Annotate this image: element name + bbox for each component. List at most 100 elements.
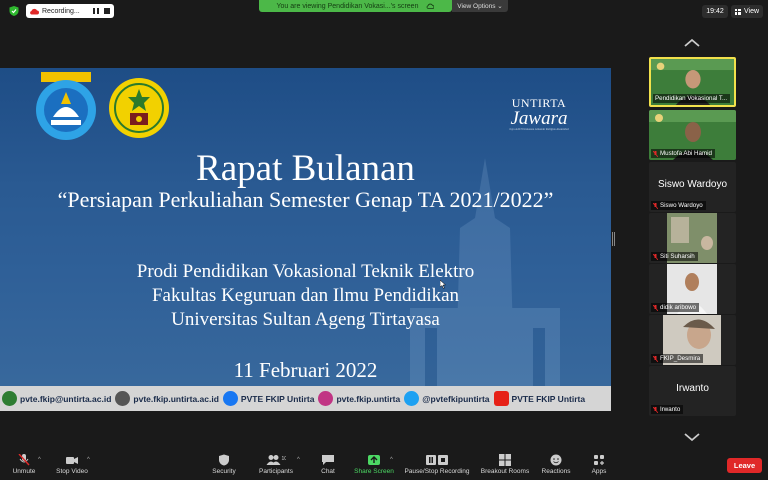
stop-recording-icon[interactable] bbox=[104, 8, 110, 14]
untirta-jawara-brand: UNTIRTA Jawara Jaya Adil Wicaksana Amana… bbox=[494, 96, 584, 131]
participants-button[interactable]: 10 Participants ^ bbox=[256, 454, 300, 479]
facebook-icon bbox=[222, 391, 238, 406]
svg-text:10: 10 bbox=[282, 456, 287, 462]
muted-mic-icon bbox=[653, 406, 658, 413]
zoom-meeting-window: Recording... You are viewing Pendidikan … bbox=[0, 0, 768, 480]
participant-name: Siti Suharsih bbox=[660, 253, 695, 260]
shield-icon bbox=[219, 454, 229, 466]
slide-university: Universitas Sultan Ageng Tirtayasa bbox=[171, 309, 440, 330]
slide-subtitle: “Persiapan Perkuliahan Semester Genap TA… bbox=[57, 187, 554, 212]
cloud-icon bbox=[427, 3, 435, 9]
breakout-rooms-button[interactable]: Breakout Rooms bbox=[478, 454, 532, 479]
participants-icon: 10 bbox=[266, 455, 287, 465]
untirta-logo bbox=[109, 78, 169, 138]
security-button[interactable]: Security bbox=[210, 454, 238, 479]
muted-mic-icon bbox=[653, 150, 658, 157]
breakout-rooms-icon bbox=[499, 454, 511, 466]
participant-tile[interactable]: Siti Suharsih bbox=[649, 213, 736, 263]
contact-youtube-text: PVTE FKIP Untirta bbox=[511, 393, 586, 404]
email-icon bbox=[2, 391, 17, 406]
chevron-up-icon[interactable]: ^ bbox=[87, 457, 90, 463]
participant-name: didik aribowo bbox=[660, 304, 697, 311]
brand-tagline: Jaya Adil Wicaksana Amanah Religius Akun… bbox=[509, 127, 569, 131]
leave-button[interactable]: Leave bbox=[727, 458, 762, 473]
participant-name-tag: didik aribowo bbox=[651, 303, 700, 312]
pause-recording-icon[interactable] bbox=[91, 7, 100, 16]
chevron-up-icon[interactable]: ^ bbox=[297, 457, 300, 463]
viewing-screen-text: You are viewing Pendidikan Vokasi...'s s… bbox=[276, 2, 419, 10]
contact-instagram-text: pvte.fkip.untirta bbox=[336, 393, 401, 404]
muted-mic-icon bbox=[653, 202, 658, 209]
reactions-button[interactable]: Reactions bbox=[539, 454, 573, 479]
recording-indicator: Recording... bbox=[26, 4, 114, 18]
smiley-icon bbox=[550, 454, 562, 466]
participant-name: Siswo Wardoyo bbox=[660, 202, 703, 209]
participant-tile[interactable]: Siswo Wardoyo Siswo Wardoyo bbox=[649, 162, 736, 212]
cloud-recording-icon bbox=[30, 8, 39, 14]
participant-name-tag: Siti Suharsih bbox=[651, 252, 698, 261]
participant-name: FKIP_Desmira bbox=[660, 355, 701, 362]
view-button[interactable]: View bbox=[731, 5, 763, 18]
participant-tile[interactable]: FKIP_Desmira bbox=[649, 315, 736, 365]
security-label: Security bbox=[212, 468, 236, 475]
participant-name-tag: FKIP_Desmira bbox=[651, 354, 704, 363]
chat-label: Chat bbox=[321, 468, 335, 475]
participant-name-tag: Pendidikan Vokasional T... bbox=[653, 94, 731, 103]
slide-program: Prodi Pendidikan Vokasional Teknik Elekt… bbox=[136, 261, 475, 282]
slide-faculty: Fakultas Keguruan dan Ilmu Pendidikan bbox=[151, 285, 460, 306]
share-screen-button[interactable]: Share Screen ^ bbox=[352, 454, 396, 479]
contact-email-text: pvte.fkip@untirta.ac.id bbox=[20, 393, 112, 404]
participant-tile[interactable]: Pendidikan Vokasional T... bbox=[649, 57, 736, 107]
web-icon bbox=[115, 391, 131, 406]
participant-tile[interactable]: Irwanto Irwanto bbox=[649, 366, 736, 416]
meeting-toolbar: Unmute ^ Stop Video ^ Security 10 Partic… bbox=[0, 452, 768, 480]
contact-facebook: PVTE FKIP Untirta bbox=[222, 391, 315, 406]
unmute-button[interactable]: Unmute ^ bbox=[8, 454, 41, 479]
chat-button[interactable]: Chat bbox=[318, 454, 338, 479]
slide-date: 11 Februari 2022 bbox=[233, 358, 378, 382]
participant-tile[interactable]: Mustofa Abi Hamid bbox=[649, 110, 736, 160]
contact-facebook-text: PVTE FKIP Untirta bbox=[240, 393, 315, 404]
pause-stop-recording-button[interactable]: Pause/Stop Recording bbox=[403, 454, 471, 479]
muted-mic-icon bbox=[18, 454, 30, 466]
apps-button[interactable]: Apps bbox=[588, 454, 610, 479]
muted-mic-icon bbox=[653, 355, 658, 362]
pause-stop-recording-icon bbox=[426, 455, 448, 465]
contact-bar: pvte.fkip@untirta.ac.id pvte.fkip.untirt… bbox=[0, 386, 611, 411]
chevron-down-icon[interactable] bbox=[682, 432, 702, 442]
panel-resize-handle[interactable] bbox=[612, 232, 615, 246]
shared-screen-slide: UNTIRTA Jawara Jaya Adil Wicaksana Amana… bbox=[0, 68, 611, 411]
shield-icon[interactable] bbox=[8, 5, 20, 17]
view-options-button[interactable]: View Options ⌄ bbox=[452, 0, 508, 12]
reactions-label: Reactions bbox=[541, 468, 571, 475]
stop-video-label: Stop Video bbox=[56, 468, 88, 475]
brand-line2: Jawara bbox=[510, 108, 568, 129]
stop-video-button[interactable]: Stop Video ^ bbox=[54, 454, 90, 479]
slide-title: Rapat Bulanan bbox=[196, 148, 415, 189]
contact-twitter-text: @pvtefkipuntirta bbox=[422, 393, 490, 404]
share-screen-label: Share Screen bbox=[354, 468, 394, 475]
participant-display-name: Siswo Wardoyo bbox=[657, 179, 728, 190]
chevron-up-icon[interactable]: ^ bbox=[38, 457, 41, 463]
participant-name-tag: Mustofa Abi Hamid bbox=[651, 149, 715, 158]
mouse-cursor-icon bbox=[440, 280, 446, 289]
contact-web-text: pvte.fkip.untirta.ac.id bbox=[133, 393, 219, 404]
grid-view-icon bbox=[734, 8, 741, 15]
participant-name-tag: Irwanto bbox=[651, 405, 684, 414]
viewing-screen-banner: You are viewing Pendidikan Vokasi...'s s… bbox=[259, 0, 452, 12]
contact-youtube: PVTE FKIP Untirta bbox=[493, 391, 586, 406]
participant-tile[interactable]: didik aribowo bbox=[649, 264, 736, 314]
clock: 19:42 bbox=[702, 5, 728, 18]
muted-mic-icon bbox=[653, 304, 658, 311]
breakout-rooms-label: Breakout Rooms bbox=[480, 468, 530, 475]
participant-name-tag: Siswo Wardoyo bbox=[651, 201, 706, 210]
chevron-up-icon[interactable] bbox=[682, 38, 702, 48]
participants-label: Participants bbox=[259, 468, 293, 475]
participant-name: Irwanto bbox=[660, 406, 681, 413]
chat-icon bbox=[322, 455, 334, 465]
instagram-icon bbox=[318, 391, 334, 406]
contact-email: pvte.fkip@untirta.ac.id bbox=[2, 391, 111, 406]
view-button-label: View bbox=[743, 8, 760, 15]
chevron-up-icon[interactable]: ^ bbox=[390, 457, 393, 463]
recording-label: Recording... bbox=[42, 7, 80, 15]
